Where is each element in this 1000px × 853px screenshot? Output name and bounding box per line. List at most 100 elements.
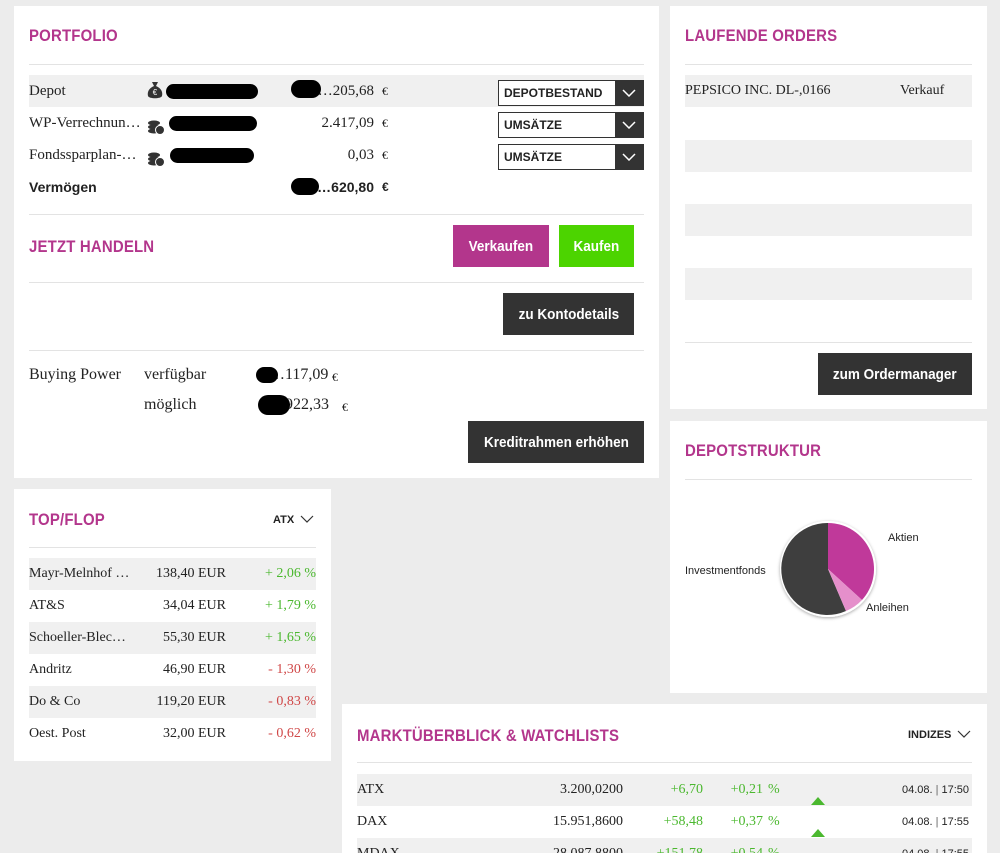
currency: € bbox=[382, 84, 388, 98]
orders-card: LAUFENDE ORDERS PEPSICO INC. DL-,0166 Ve… bbox=[670, 6, 987, 409]
divider bbox=[29, 214, 644, 215]
order-row-empty bbox=[685, 204, 972, 236]
indices-select[interactable]: INDIZES bbox=[908, 729, 971, 741]
account-label: Fondssparplan-… bbox=[29, 147, 137, 163]
topflop-row[interactable]: Andritz 46,90 EUR - 1,30 % bbox=[29, 654, 316, 686]
market-row[interactable]: MDAX28.087,8800+151,78+0,54%04.08.|17:55 bbox=[357, 838, 972, 853]
index-date: 04.08. bbox=[902, 816, 933, 828]
percent-sign: % bbox=[768, 838, 780, 853]
chevron-down-icon bbox=[615, 113, 643, 137]
currency: € bbox=[382, 116, 388, 130]
total-value: …620,80 bbox=[317, 179, 374, 195]
redaction bbox=[256, 367, 278, 383]
index-value: 15.951,8600 bbox=[553, 814, 623, 829]
market-title: MARKTÜBERBLICK & WATCHLISTS bbox=[357, 726, 620, 745]
percent-sign: % bbox=[768, 814, 780, 829]
total-row: Vermögen …620,80 € bbox=[29, 171, 644, 203]
index-time: 17:50 bbox=[941, 784, 969, 796]
account-value: …205,68 bbox=[317, 83, 374, 99]
depot-structure-title: DEPOTSTRUKTUR bbox=[685, 441, 822, 460]
account-label: Depot bbox=[29, 83, 66, 99]
index-date: 04.08. bbox=[902, 848, 933, 853]
buy-button[interactable]: Kaufen bbox=[559, 225, 634, 267]
topflop-row[interactable]: Do & Co 119,20 EUR - 0,83 % bbox=[29, 686, 316, 718]
stock-change: - 0,62 % bbox=[268, 726, 316, 741]
index-abs-change: +58,48 bbox=[663, 814, 703, 829]
account-value: 2.417,09 bbox=[321, 115, 375, 131]
topflop-row[interactable]: Schoeller-Blec… 55,30 EUR + 1,65 % bbox=[29, 622, 316, 654]
topflop-card: TOP/FLOP ATX Mayr-Melnhof … 138,40 EUR + 2… bbox=[14, 489, 331, 761]
index-time: 17:55 bbox=[941, 848, 969, 853]
topflop-row[interactable]: Oest. Post 32,00 EUR - 0,62 % bbox=[29, 718, 316, 750]
divider bbox=[29, 282, 644, 283]
topflop-title: TOP/FLOP bbox=[29, 510, 105, 529]
account-label: WP-Verrechnun… bbox=[29, 115, 141, 131]
index-abs-change: +6,70 bbox=[670, 782, 703, 797]
topflop-row[interactable]: AT&S 34,04 EUR + 1,79 % bbox=[29, 590, 316, 622]
currency: € bbox=[332, 370, 338, 384]
legend-funds: Investmentfonds bbox=[685, 565, 766, 577]
stock-change: - 1,30 % bbox=[268, 662, 316, 677]
depot-pie-chart: Aktien Investmentfonds Anleihen bbox=[685, 521, 919, 617]
legend-bonds: Anleihen bbox=[866, 602, 909, 614]
chevron-down-icon bbox=[615, 145, 643, 169]
index-date: 04.08. bbox=[902, 784, 933, 796]
index-name: MDAX bbox=[357, 838, 400, 853]
stock-name: Schoeller-Blec… bbox=[29, 630, 126, 645]
divider bbox=[685, 64, 972, 65]
stock-change: + 2,06 % bbox=[264, 566, 316, 581]
order-row[interactable]: PEPSICO INC. DL-,0166 Verkauf bbox=[685, 75, 972, 107]
increase-credit-button[interactable]: Kreditrahmen erhöhen bbox=[468, 421, 644, 463]
index-pct-change: +0,37 bbox=[730, 814, 763, 829]
stock-name: Oest. Post bbox=[29, 726, 86, 741]
divider bbox=[29, 350, 644, 351]
index-name: ATX bbox=[357, 782, 385, 797]
divider bbox=[685, 479, 972, 480]
topflop-row[interactable]: Mayr-Melnhof … 138,40 EUR + 2,06 % bbox=[29, 558, 316, 590]
portfolio-title: PORTFOLIO bbox=[29, 26, 118, 45]
account-value: 0,03 bbox=[347, 147, 374, 163]
orders-title: LAUFENDE ORDERS bbox=[685, 26, 838, 45]
portfolio-card: PORTFOLIO Depot € …0000000 …205,68 € DEP… bbox=[14, 6, 659, 478]
stock-name: Andritz bbox=[29, 662, 72, 677]
stock-name: Do & Co bbox=[29, 694, 81, 709]
redaction bbox=[291, 178, 319, 195]
order-type: Verkauf bbox=[900, 83, 945, 98]
stock-name: Mayr-Melnhof … bbox=[29, 566, 130, 581]
account-details-button[interactable]: zu Kontodetails bbox=[503, 293, 634, 335]
currency: € bbox=[382, 148, 388, 162]
currency: € bbox=[342, 400, 348, 414]
divider bbox=[29, 547, 316, 548]
index-select[interactable]: ATX bbox=[273, 514, 314, 526]
possible-label: möglich bbox=[144, 396, 197, 413]
depotbestand-select[interactable]: DEPOTBESTAND bbox=[498, 80, 644, 106]
order-manager-button[interactable]: zum Ordermanager bbox=[818, 353, 972, 395]
stock-change: + 1,79 % bbox=[264, 598, 316, 613]
chevron-down-icon bbox=[615, 81, 643, 105]
market-row[interactable]: ATX 3.200,0200 +6,70 +0,21% 04.08. | 17:50 bbox=[357, 774, 972, 806]
depot-structure-card: DEPOTSTRUKTUR Aktien Investmentfonds Anl… bbox=[670, 421, 987, 693]
trade-title: JETZT HANDELN bbox=[29, 237, 155, 256]
index-value: 3.200,0200 bbox=[560, 782, 623, 797]
divider bbox=[29, 64, 644, 65]
index-value: 28.087,8800 bbox=[553, 838, 623, 853]
stock-name: AT&S bbox=[29, 598, 65, 613]
market-card: MARKTÜBERBLICK & WATCHLISTS INDIZES ATX 3… bbox=[342, 704, 987, 853]
redaction bbox=[169, 116, 257, 131]
umsaetze-select-1[interactable]: UMSÄTZE bbox=[498, 112, 644, 138]
redaction bbox=[258, 395, 290, 415]
chevron-down-icon bbox=[300, 515, 314, 523]
index-time: 17:55 bbox=[941, 816, 969, 828]
sell-button[interactable]: Verkaufen bbox=[453, 225, 549, 267]
market-row[interactable]: DAX 15.951,8600 +58,48 +0,37% 04.08. | 17:55 bbox=[357, 806, 972, 838]
stock-price: 55,30 EUR bbox=[163, 630, 226, 645]
divider bbox=[685, 342, 972, 343]
stock-price: 34,04 EUR bbox=[163, 598, 226, 613]
stock-price: 46,90 EUR bbox=[163, 662, 226, 677]
order-row-empty bbox=[685, 268, 972, 300]
order-name: PEPSICO INC. DL-,0166 bbox=[685, 83, 831, 98]
umsaetze-select-2[interactable]: UMSÄTZE bbox=[498, 144, 644, 170]
redaction bbox=[170, 148, 254, 163]
redaction bbox=[291, 80, 321, 98]
divider bbox=[357, 762, 972, 763]
